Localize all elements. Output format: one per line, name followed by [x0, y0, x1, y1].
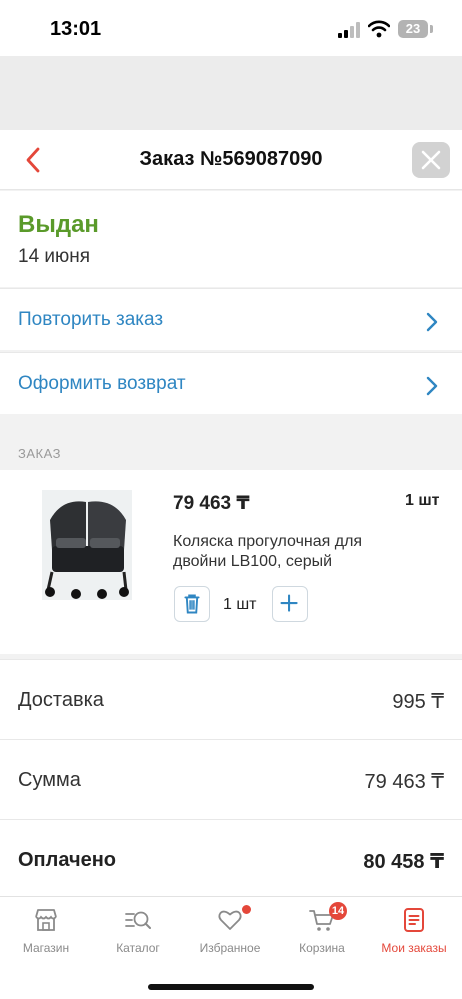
catalog-search-icon — [125, 911, 151, 929]
tab-label: Корзина — [299, 941, 345, 955]
stroller-image — [42, 490, 132, 600]
delivery-row: Доставка 995 ₸ — [0, 659, 462, 739]
order-item: 79 463 ₸ 1 шт Коляска прогулочная для дв… — [0, 470, 462, 654]
repeat-order-row[interactable]: Повторить заказ — [0, 288, 462, 350]
product-price: 79 463 ₸ — [173, 493, 250, 514]
chevron-right-icon — [426, 376, 438, 396]
close-button[interactable] — [412, 142, 450, 178]
paid-label: Оплачено — [18, 849, 116, 871]
store-icon — [35, 909, 57, 931]
wifi-icon — [368, 20, 390, 38]
page-title: Заказ №569087090 — [139, 148, 323, 170]
home-indicator — [148, 984, 314, 990]
tab-label: Мои заказы — [381, 941, 447, 955]
chevron-right-icon — [426, 312, 438, 332]
cart-count-badge: 14 — [329, 902, 347, 920]
subtotal-row: Сумма 79 463 ₸ — [0, 739, 462, 819]
plus-icon — [280, 594, 298, 612]
order-status: Выдан — [18, 211, 99, 238]
tab-label: Избранное — [199, 941, 261, 955]
status-bar: 13:01 23 — [0, 0, 462, 56]
close-icon — [421, 150, 441, 170]
delivery-label: Доставка — [18, 689, 104, 711]
order-status-block: Выдан 14 июня — [0, 191, 462, 287]
order-header: Заказ №569087090 — [0, 130, 462, 190]
order-status-date: 14 июня — [18, 246, 91, 267]
top-spacer — [0, 56, 462, 130]
subtotal-value: 79 463 ₸ — [364, 771, 444, 793]
trash-icon — [184, 594, 200, 614]
tab-label: Магазин — [22, 941, 70, 955]
quantity-value: 1 шт — [223, 596, 257, 613]
return-order-label: Оформить возврат — [18, 373, 186, 394]
tab-store[interactable]: Магазин — [0, 897, 92, 967]
tab-my-orders[interactable]: Мои заказы — [368, 897, 460, 967]
delivery-value: 995 ₸ — [392, 691, 444, 713]
product-name[interactable]: Коляска прогулочная для двойни LB100, се… — [173, 532, 413, 572]
repeat-order-label: Повторить заказ — [18, 309, 164, 330]
tab-label: Каталог — [116, 941, 160, 955]
orders-icon — [404, 908, 424, 932]
remove-item-button[interactable] — [174, 586, 210, 622]
status-time: 13:01 — [50, 18, 102, 40]
heart-icon — [218, 910, 242, 930]
battery-tip — [430, 25, 433, 33]
tab-cart[interactable]: 14 Корзина — [276, 897, 368, 967]
cellular-signal-icon — [338, 22, 360, 38]
paid-value: 80 458 ₸ — [363, 851, 444, 873]
battery-indicator: 23 — [398, 20, 428, 38]
product-quantity: 1 шт — [405, 492, 440, 509]
tab-favorites[interactable]: Избранное — [184, 897, 276, 967]
return-order-row[interactable]: Оформить возврат — [0, 352, 462, 414]
increase-quantity-button[interactable] — [272, 586, 308, 622]
favorites-notification-dot — [242, 905, 251, 914]
paid-row: Оплачено 80 458 ₸ — [0, 819, 462, 899]
product-image[interactable] — [42, 490, 132, 600]
section-label-order: ЗАКАЗ — [18, 446, 61, 461]
tab-catalog[interactable]: Каталог — [92, 897, 184, 967]
subtotal-label: Сумма — [18, 769, 81, 791]
